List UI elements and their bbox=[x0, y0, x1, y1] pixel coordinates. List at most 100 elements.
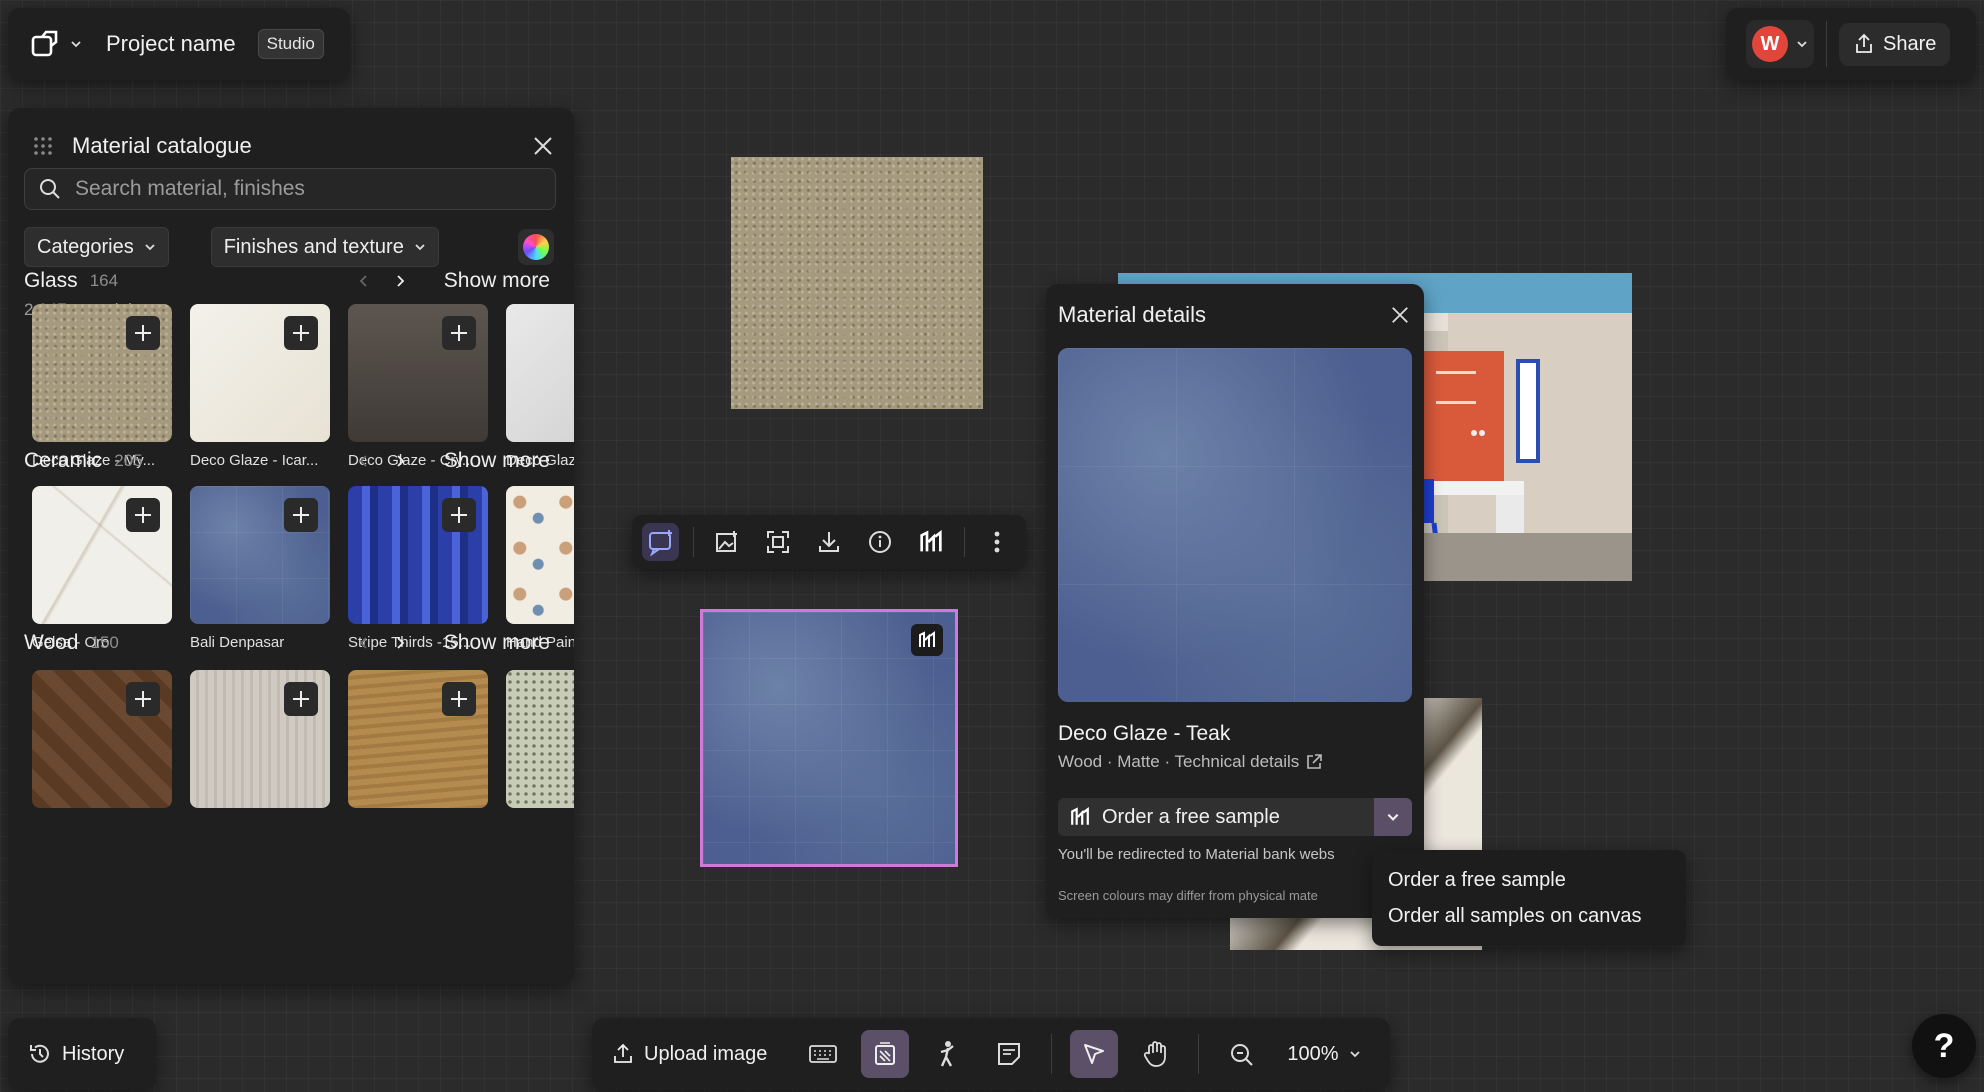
divider bbox=[1826, 21, 1827, 67]
color-wheel-icon bbox=[523, 234, 549, 260]
show-more-link[interactable]: Show more bbox=[444, 269, 550, 293]
chevron-left-icon[interactable] bbox=[358, 274, 368, 288]
chevron-right-icon[interactable] bbox=[396, 274, 406, 288]
crop-icon[interactable] bbox=[759, 523, 796, 561]
catalogue-title: Material catalogue bbox=[72, 133, 252, 158]
hand-pan-icon[interactable] bbox=[1132, 1030, 1180, 1078]
color-filter-button[interactable] bbox=[518, 229, 554, 265]
add-icon[interactable] bbox=[284, 498, 318, 532]
add-icon[interactable] bbox=[126, 316, 160, 350]
add-icon[interactable] bbox=[442, 682, 476, 716]
details-header: Material details bbox=[1058, 302, 1410, 328]
info-icon[interactable] bbox=[862, 523, 899, 561]
history-icon bbox=[28, 1042, 52, 1066]
chevron-down-icon[interactable] bbox=[70, 38, 82, 50]
categories-dropdown[interactable]: Categories bbox=[24, 227, 169, 267]
order-dropdown-toggle[interactable] bbox=[1374, 798, 1412, 836]
select-pointer-icon[interactable] bbox=[1070, 1030, 1119, 1078]
upload-image-button[interactable]: Upload image bbox=[612, 1043, 767, 1066]
drag-handle-icon[interactable] bbox=[32, 135, 54, 157]
divider bbox=[693, 527, 695, 557]
chevron-left-icon[interactable] bbox=[358, 636, 368, 650]
material-tile[interactable]: Hand Pain bbox=[506, 486, 574, 651]
chevron-right-icon[interactable] bbox=[396, 454, 406, 468]
material-tile[interactable] bbox=[348, 670, 488, 808]
add-icon[interactable] bbox=[126, 682, 160, 716]
help-button[interactable]: ? bbox=[1912, 1014, 1976, 1078]
material-tile[interactable]: Stripe Thirds -15... bbox=[348, 486, 488, 651]
project-name[interactable]: Project name bbox=[106, 31, 236, 57]
close-icon[interactable] bbox=[532, 135, 554, 157]
material-bank-icon[interactable] bbox=[913, 523, 950, 561]
material-meta[interactable]: Wood · Matte · Technical details bbox=[1058, 752, 1323, 772]
material-tile[interactable]: Bali Denpasar bbox=[190, 486, 330, 651]
avatar: W bbox=[1752, 26, 1788, 62]
upload-label: Upload image bbox=[644, 1042, 768, 1065]
material-tile[interactable]: Gelsa - Oro bbox=[32, 486, 172, 651]
search-icon bbox=[39, 178, 61, 200]
project-bar: Project name Studio bbox=[8, 8, 350, 80]
section-header-ceramic: Ceramic 205 Show more bbox=[24, 446, 554, 476]
history-button[interactable]: History bbox=[8, 1018, 156, 1090]
image-edit-icon[interactable] bbox=[708, 523, 745, 561]
top-right-bar: W Share bbox=[1726, 8, 1976, 80]
keyboard-icon[interactable] bbox=[799, 1030, 847, 1078]
finishes-dropdown[interactable]: Finishes and texture bbox=[210, 227, 439, 267]
material-name: Deco Glaze - Teak bbox=[1058, 722, 1231, 745]
comment-icon[interactable] bbox=[642, 523, 680, 561]
section-name: Glass bbox=[24, 269, 78, 292]
divider bbox=[1198, 1034, 1200, 1074]
section-header-wood: Wood 150 Show more bbox=[24, 628, 554, 658]
section-count: 150 bbox=[90, 633, 119, 652]
menu-item-order-all-samples[interactable]: Order all samples on canvas bbox=[1388, 898, 1670, 934]
add-icon[interactable] bbox=[442, 498, 476, 532]
finishes-label: Finishes and texture bbox=[223, 235, 404, 258]
download-icon[interactable] bbox=[810, 523, 847, 561]
material-tile[interactable] bbox=[32, 670, 172, 808]
material-bank-icon bbox=[1070, 807, 1090, 827]
sticky-note-icon[interactable] bbox=[985, 1030, 1033, 1078]
order-dropdown-menu: Order a free sample Order all samples on… bbox=[1372, 850, 1686, 946]
app-logo-icon[interactable] bbox=[30, 29, 60, 59]
material-tile[interactable] bbox=[190, 670, 330, 808]
material-catalogue-panel: Material catalogue Categories Finishes a… bbox=[8, 108, 574, 984]
user-menu[interactable]: W bbox=[1746, 20, 1814, 68]
show-more-link[interactable]: Show more bbox=[444, 449, 550, 473]
material-tile[interactable] bbox=[506, 670, 574, 808]
material-catalogue-icon[interactable] bbox=[861, 1030, 910, 1078]
share-icon bbox=[1853, 33, 1875, 55]
menu-item-order-free-sample[interactable]: Order a free sample bbox=[1388, 862, 1670, 898]
material-tile[interactable]: Deco Glaze - Cry... bbox=[348, 304, 488, 469]
material-tile[interactable]: Deco Glaz bbox=[506, 304, 574, 469]
material-tile[interactable]: Deco Glaze - My... bbox=[32, 304, 172, 469]
material-preview-image bbox=[1058, 348, 1412, 702]
material-bank-icon[interactable] bbox=[911, 624, 943, 656]
chevron-left-icon[interactable] bbox=[358, 454, 368, 468]
canvas-selected-sample[interactable] bbox=[700, 609, 958, 867]
plan-badge: Studio bbox=[257, 29, 324, 59]
canvas-sample-glaze[interactable] bbox=[731, 157, 983, 409]
chevron-right-icon[interactable] bbox=[396, 636, 406, 650]
order-sample-button[interactable]: Order a free sample bbox=[1058, 798, 1412, 836]
categories-label: Categories bbox=[37, 235, 134, 258]
external-link-icon[interactable] bbox=[1305, 753, 1323, 771]
search-input[interactable] bbox=[75, 177, 535, 201]
details-title: Material details bbox=[1058, 302, 1206, 327]
section-count: 164 bbox=[89, 271, 119, 290]
divider bbox=[1051, 1034, 1053, 1074]
more-options-icon[interactable] bbox=[979, 523, 1016, 561]
show-more-link[interactable]: Show more bbox=[444, 631, 550, 655]
wood-tiles bbox=[24, 670, 574, 820]
material-tile[interactable]: Deco Glaze - Icar... bbox=[190, 304, 330, 469]
chevron-down-icon bbox=[414, 241, 426, 253]
share-button[interactable]: Share bbox=[1839, 22, 1951, 66]
add-icon[interactable] bbox=[442, 316, 476, 350]
close-icon[interactable] bbox=[1390, 305, 1410, 325]
zoom-dropdown[interactable]: 100% bbox=[1287, 1043, 1360, 1066]
material-meta-text: Wood · Matte · Technical details bbox=[1058, 752, 1300, 771]
human-figure-icon[interactable] bbox=[923, 1030, 971, 1078]
add-icon[interactable] bbox=[126, 498, 160, 532]
add-icon[interactable] bbox=[284, 682, 318, 716]
zoom-fit-icon[interactable] bbox=[1217, 1030, 1265, 1078]
add-icon[interactable] bbox=[284, 316, 318, 350]
